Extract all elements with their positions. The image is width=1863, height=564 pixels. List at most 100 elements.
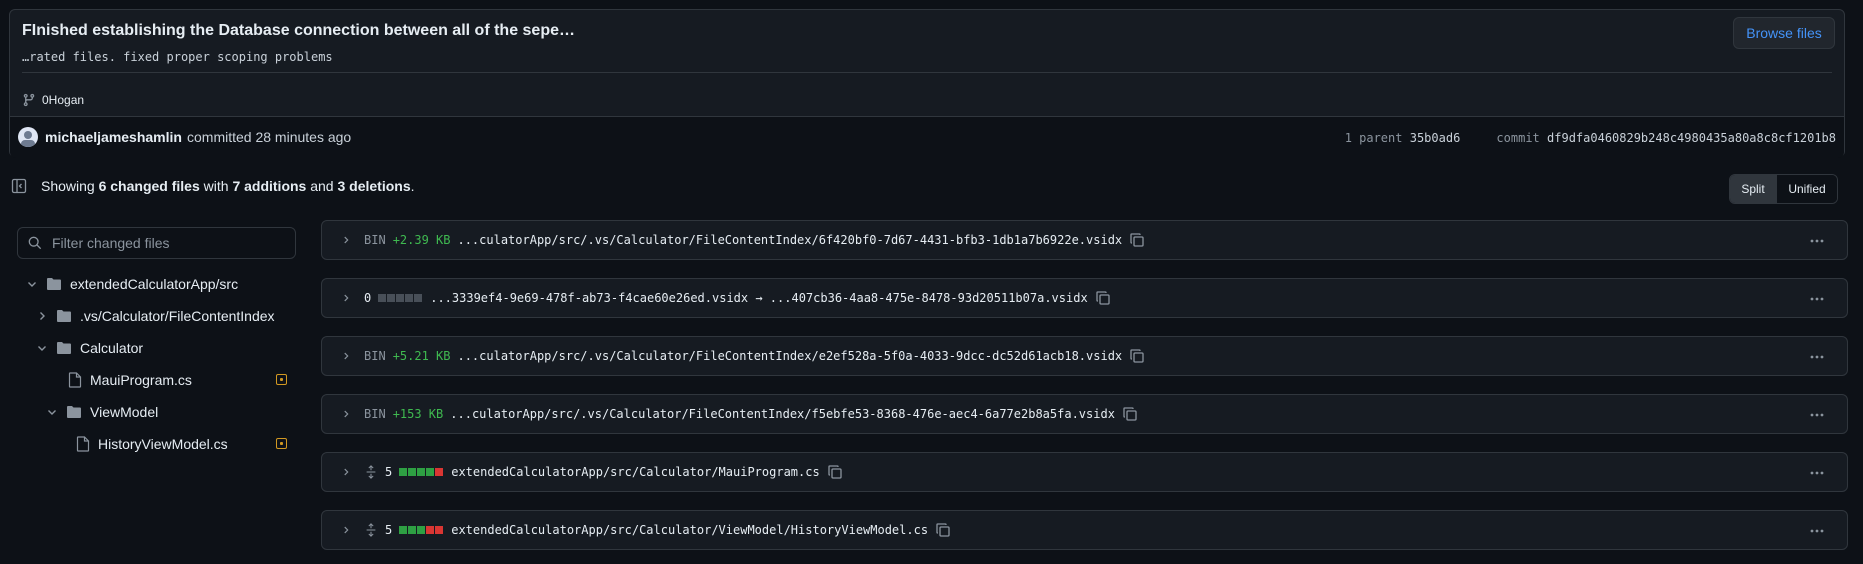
filter-input[interactable] [50, 234, 284, 252]
branch-name: 0Hogan [42, 93, 85, 107]
tree-label: extendedCalculatorApp/src [70, 276, 239, 292]
binary-label: BIN [364, 349, 386, 363]
changed-files-count: 6 changed files [98, 178, 200, 194]
expand-all-icon[interactable] [364, 465, 378, 479]
file-path[interactable]: extendedCalculatorApp/src/Calculator/Vie… [451, 523, 928, 537]
browse-files-button[interactable]: Browse files [1733, 17, 1835, 49]
commit-label: commit [1496, 131, 1540, 145]
file-path[interactable]: ...culatorApp/src/.vs/Calculator/FileCon… [457, 233, 1122, 247]
tree-folder-viewmodel[interactable]: ViewModel [46, 400, 158, 424]
kebab-menu-icon[interactable] [1809, 465, 1825, 481]
commit-sha: df9dfa0460829b248c4980435a80a8c8cf1201b8 [1547, 131, 1836, 145]
chevron-right-icon [40, 312, 45, 320]
copy-icon[interactable] [1129, 232, 1145, 248]
file-modified-icon [276, 374, 287, 385]
folder-icon [57, 342, 71, 354]
chevron-down-icon [28, 282, 36, 287]
commit-meta: michaeljameshamlin committed 28 minutes … [10, 116, 1844, 158]
file-path[interactable]: ...culatorApp/src/.vs/Calculator/FileCon… [450, 407, 1115, 421]
chevron-right-icon[interactable] [341, 293, 359, 303]
diffstat [399, 465, 444, 479]
diffstat [378, 291, 423, 305]
copy-icon[interactable] [827, 464, 843, 480]
file-diff-header[interactable]: 5 extendedCalculatorApp/src/Calculator/V… [321, 510, 1848, 550]
diff-summary: Showing 6 changed files with 7 additions… [11, 178, 415, 194]
kebab-menu-icon[interactable] [1809, 233, 1825, 249]
tree-folder-calculator[interactable]: Calculator [36, 336, 143, 360]
parent-label: 1 parent [1344, 131, 1403, 145]
commit-title: FInished establishing the Database conne… [22, 22, 575, 39]
sidebar-toggle-icon[interactable] [11, 178, 27, 194]
author-link[interactable]: michaeljameshamlin [45, 129, 182, 145]
split-button[interactable]: Split [1730, 175, 1777, 203]
tree-label: Calculator [80, 340, 144, 356]
commit-body: …rated files. fixed proper scoping probl… [22, 50, 333, 64]
chevron-right-icon[interactable] [341, 409, 359, 419]
view-mode-toggle: Split Unified [1729, 174, 1838, 204]
divider [22, 72, 1832, 73]
chevron-right-icon[interactable] [341, 467, 359, 477]
file-path[interactable]: ...culatorApp/src/.vs/Calculator/FileCon… [457, 349, 1122, 363]
tree-label: .vs/Calculator/FileContentIndex [80, 308, 275, 324]
tree-label: MauiProgram.cs [90, 372, 192, 388]
copy-icon[interactable] [935, 522, 951, 538]
summary-with: with [203, 178, 229, 194]
unified-button[interactable]: Unified [1777, 175, 1837, 203]
kebab-menu-icon[interactable] [1809, 291, 1825, 307]
file-path[interactable]: ...3339ef4-9e69-478f-ab73-f4cae60e26ed.v… [430, 291, 1087, 305]
parent-sha-link[interactable]: 35b0ad6 [1410, 131, 1461, 145]
commit-header: FInished establishing the Database conne… [9, 9, 1845, 158]
search-icon [28, 236, 42, 250]
binary-label: BIN [364, 407, 386, 421]
chevron-down-icon [48, 410, 56, 415]
tree-file-historyviewmodel[interactable]: HistoryViewModel.cs [76, 432, 228, 456]
summary-and: and [310, 178, 334, 194]
folder-icon [67, 406, 81, 418]
tree-folder-filecontentindex[interactable]: .vs/Calculator/FileContentIndex [36, 304, 275, 328]
summary-period: . [410, 178, 415, 194]
binary-label: BIN [364, 233, 386, 247]
summary-text: Showing 6 changed files with 7 additions… [41, 178, 415, 194]
file-icon [76, 436, 90, 452]
change-count: 0 [364, 291, 372, 305]
folder-icon [57, 310, 71, 322]
copy-icon[interactable] [1122, 406, 1138, 422]
committed-time: committed 28 minutes ago [187, 129, 352, 145]
file-diff-header[interactable]: BIN +5.21 KB ...culatorApp/src/.vs/Calcu… [321, 336, 1848, 376]
file-diff-header[interactable]: 5 extendedCalculatorApp/src/Calculator/M… [321, 452, 1848, 492]
copy-icon[interactable] [1095, 290, 1111, 306]
additions-count: 7 additions [232, 178, 307, 194]
tree-folder-src[interactable]: extendedCalculatorApp/src [26, 272, 238, 296]
chevron-right-icon[interactable] [341, 525, 359, 535]
file-diff-header[interactable]: BIN +2.39 KB ...culatorApp/src/.vs/Calcu… [321, 220, 1848, 260]
kebab-menu-icon[interactable] [1809, 407, 1825, 423]
size-delta: +153 KB [392, 407, 444, 421]
change-count: 5 [385, 523, 393, 537]
deletions-count: 3 deletions [337, 178, 411, 194]
summary-showing: Showing [41, 178, 95, 194]
filter-box [17, 227, 296, 259]
diffstat [399, 523, 444, 537]
change-count: 5 [385, 465, 393, 479]
chevron-right-icon[interactable] [341, 351, 359, 361]
size-delta: +5.21 KB [392, 349, 451, 363]
file-icon [68, 372, 82, 388]
size-delta: +2.39 KB [392, 233, 451, 247]
tree-file-mauiprogram[interactable]: MauiProgram.cs [68, 368, 192, 392]
expand-all-icon[interactable] [364, 523, 378, 537]
tree-label: HistoryViewModel.cs [98, 436, 228, 452]
tree-label: ViewModel [90, 404, 159, 420]
folder-icon [47, 278, 61, 290]
git-branch-icon [23, 93, 35, 107]
chevron-right-icon[interactable] [341, 235, 359, 245]
file-modified-icon [276, 438, 287, 449]
kebab-menu-icon[interactable] [1809, 523, 1825, 539]
kebab-menu-icon[interactable] [1809, 349, 1825, 365]
chevron-down-icon [38, 346, 46, 351]
avatar[interactable] [18, 127, 38, 147]
file-path[interactable]: extendedCalculatorApp/src/Calculator/Mau… [451, 465, 819, 479]
file-diff-header[interactable]: 0 ...3339ef4-9e69-478f-ab73-f4cae60e26ed… [321, 278, 1848, 318]
file-diff-header[interactable]: BIN +153 KB ...culatorApp/src/.vs/Calcul… [321, 394, 1848, 434]
branch-label[interactable]: 0Hogan [22, 93, 84, 107]
copy-icon[interactable] [1129, 348, 1145, 364]
